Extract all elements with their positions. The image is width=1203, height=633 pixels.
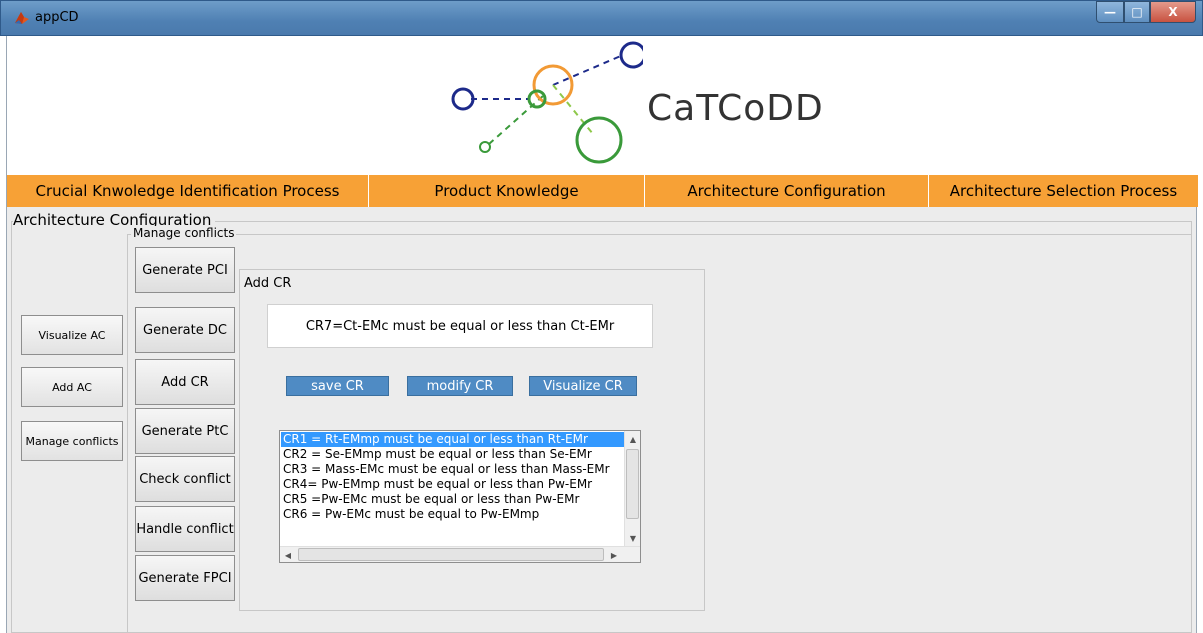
app-client-area: CaTCoDD Crucial Knwoledge Identification… [6, 36, 1198, 633]
handle-conflict-button[interactable]: Handle conflict [135, 506, 235, 552]
catcodd-logo-icon [451, 41, 643, 164]
scroll-up-icon[interactable]: ▲ [625, 431, 641, 447]
vertical-scrollbar[interactable]: ▲ ▼ [624, 431, 640, 546]
cr-list: CR1 = Rt-EMmp must be equal or less than… [281, 432, 624, 546]
menu-item-architecture-configuration[interactable]: Architecture Configuration [645, 175, 929, 207]
add-cr-title: Add CR [244, 276, 292, 291]
window-title: appCD [35, 10, 79, 25]
add-cr-button[interactable]: Add CR [135, 359, 235, 405]
logo-banner: CaTCoDD [7, 36, 1198, 175]
add-ac-button[interactable]: Add AC [21, 367, 123, 407]
modify-cr-button[interactable]: modify CR [407, 376, 513, 396]
scroll-right-icon[interactable]: ▶ [606, 547, 622, 563]
save-cr-button[interactable]: save CR [286, 376, 389, 396]
cr-input-field[interactable]: CR7=Ct-EMc must be equal or less than Ct… [267, 304, 653, 348]
scroll-down-icon[interactable]: ▼ [625, 530, 641, 546]
check-conflict-button[interactable]: Check conflict [135, 456, 235, 502]
maximize-button[interactable]: □ [1124, 1, 1150, 23]
manage-conflicts-title: Manage conflicts [131, 226, 237, 240]
list-item[interactable]: CR3 = Mass-EMc must be equal or less tha… [281, 462, 624, 477]
generate-dc-button[interactable]: Generate DC [135, 307, 235, 353]
menu-item-product-knowledge[interactable]: Product Knowledge [369, 175, 645, 207]
generate-fpci-button[interactable]: Generate FPCI [135, 555, 235, 601]
menu-item-architecture-selection[interactable]: Architecture Selection Process [929, 175, 1198, 207]
generate-ptc-button[interactable]: Generate PtC [135, 408, 235, 454]
window-controls: — □ X [1096, 1, 1196, 23]
menu-item-crucial-knowledge[interactable]: Crucial Knwoledge Identification Process [7, 175, 369, 207]
window-titlebar: appCD — □ X [0, 0, 1203, 36]
generate-pci-button[interactable]: Generate PCI [135, 247, 235, 293]
minimize-button[interactable]: — [1096, 1, 1124, 23]
visualize-cr-button[interactable]: Visualize CR [529, 376, 637, 396]
list-item[interactable]: CR6 = Pw-EMc must be equal to Pw-EMmp [281, 507, 624, 522]
list-item[interactable]: CR5 =Pw-EMc must be equal or less than P… [281, 492, 624, 507]
list-item[interactable]: CR1 = Rt-EMmp must be equal or less than… [281, 432, 624, 447]
list-item[interactable]: CR2 = Se-EMmp must be equal or less than… [281, 447, 624, 462]
process-menu-bar: Crucial Knwoledge Identification Process… [7, 175, 1198, 207]
visualize-ac-button[interactable]: Visualize AC [21, 315, 123, 355]
cr-listbox[interactable]: CR1 = Rt-EMmp must be equal or less than… [279, 430, 641, 563]
matlab-icon [15, 12, 29, 24]
logo-text: CaTCoDD [647, 88, 824, 129]
close-button[interactable]: X [1150, 1, 1196, 23]
manage-conflicts-button[interactable]: Manage conflicts [21, 421, 123, 461]
horizontal-scroll-thumb[interactable] [298, 548, 604, 561]
vertical-scroll-thumb[interactable] [626, 449, 639, 519]
scroll-left-icon[interactable]: ◀ [280, 547, 296, 563]
horizontal-scrollbar[interactable]: ◀ ▶ [280, 546, 640, 562]
list-item[interactable]: CR4= Pw-EMmp must be equal or less than … [281, 477, 624, 492]
